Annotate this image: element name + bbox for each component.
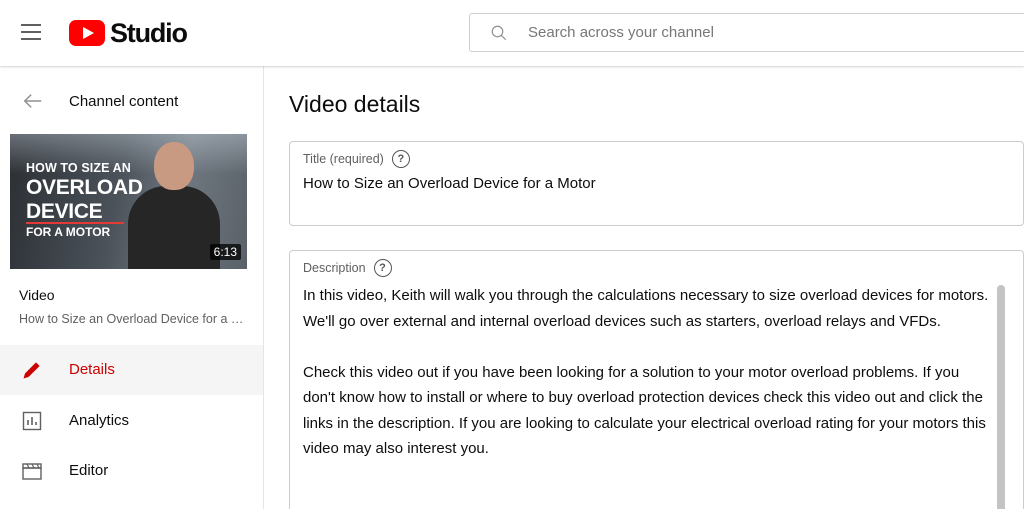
title-field-label: Title (required) bbox=[303, 152, 384, 166]
presenter-image bbox=[128, 142, 220, 269]
description-textarea[interactable]: In this video, Keith will walk you throu… bbox=[303, 283, 993, 462]
thumbnail-text-line1: HOW TO SIZE AN bbox=[26, 161, 131, 175]
menu-icon[interactable] bbox=[21, 24, 41, 40]
description-field-label: Description bbox=[303, 261, 366, 275]
description-field[interactable]: Description ? In this video, Keith will … bbox=[289, 250, 1024, 509]
description-paragraph: Check this video out if you have been lo… bbox=[303, 363, 986, 458]
video-thumbnail[interactable]: HOW TO SIZE AN OVERLOAD DEVICE FOR A MOT… bbox=[10, 134, 247, 269]
duration-badge: 6:13 bbox=[209, 244, 241, 260]
video-title: How to Size an Overload Device for a Mot… bbox=[19, 312, 244, 326]
analytics-icon bbox=[22, 411, 42, 431]
nav-label-editor: Editor bbox=[69, 462, 109, 479]
top-header: Studio bbox=[0, 0, 1024, 66]
arrow-back-icon bbox=[23, 94, 42, 108]
thumbnail-text-line4: FOR A MOTOR bbox=[26, 225, 111, 239]
description-paragraph: In this video, Keith will walk you throu… bbox=[303, 287, 989, 330]
nav-label-details: Details bbox=[69, 361, 115, 378]
title-field[interactable]: Title (required) ? How to Size an Overlo… bbox=[289, 141, 1024, 226]
help-icon[interactable]: ? bbox=[391, 150, 410, 168]
back-label: Channel content bbox=[69, 93, 179, 110]
nav-item-editor[interactable]: Editor bbox=[0, 446, 263, 496]
help-icon[interactable]: ? bbox=[373, 259, 392, 277]
pencil-icon bbox=[23, 362, 40, 379]
back-to-channel-content[interactable]: Channel content bbox=[0, 80, 263, 122]
youtube-play-icon bbox=[69, 20, 105, 46]
search-input[interactable] bbox=[528, 14, 1008, 51]
title-input[interactable]: How to Size an Overload Device for a Mot… bbox=[303, 175, 596, 192]
sidebar: Channel content HOW TO SIZE AN OVERLOAD … bbox=[0, 66, 264, 509]
logo-text: Studio bbox=[110, 17, 188, 48]
search-box[interactable] bbox=[469, 13, 1024, 52]
thumbnail-text-line2: OVERLOAD bbox=[26, 176, 143, 199]
video-label: Video bbox=[19, 287, 55, 303]
thumbnail-text-line3: DEVICE bbox=[26, 200, 103, 223]
search-icon bbox=[491, 25, 507, 41]
description-scrollbar[interactable] bbox=[997, 285, 1005, 509]
page-title: Video details bbox=[289, 91, 421, 117]
clapperboard-icon bbox=[22, 463, 42, 480]
thumbnail-divider bbox=[26, 222, 124, 224]
nav-label-analytics: Analytics bbox=[69, 412, 130, 429]
nav-item-details[interactable]: Details bbox=[0, 345, 263, 395]
studio-logo[interactable]: Studio bbox=[69, 17, 188, 48]
nav-item-analytics[interactable]: Analytics bbox=[0, 396, 263, 446]
